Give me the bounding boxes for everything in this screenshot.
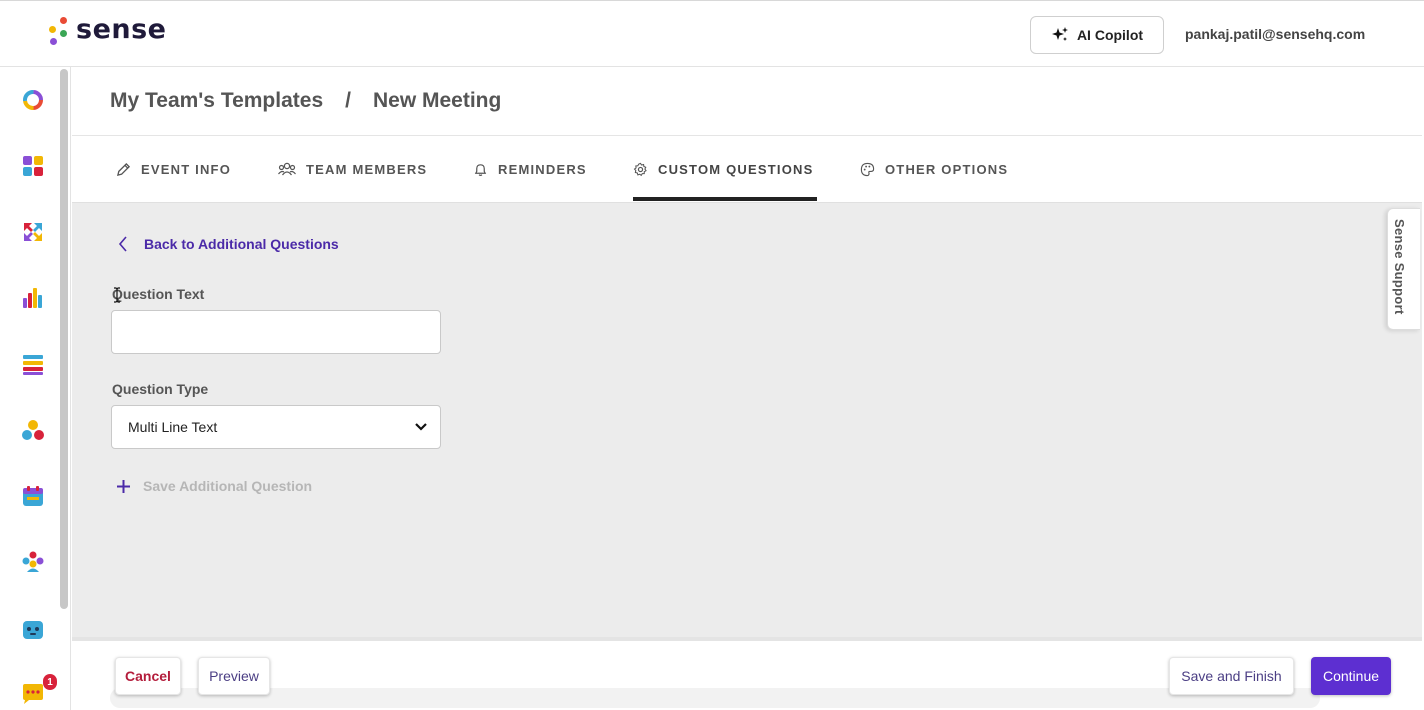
breadcrumb: My Team's Templates / New Meeting bbox=[72, 67, 1422, 136]
question-text-input[interactable] bbox=[111, 310, 441, 354]
question-text-label: Question Text bbox=[112, 286, 205, 302]
tab-label: REMINDERS bbox=[498, 162, 587, 177]
sense-support-tab[interactable]: Sense Support bbox=[1387, 208, 1420, 330]
pencil-icon bbox=[116, 162, 131, 177]
tab-event-info[interactable]: EVENT INFO bbox=[116, 136, 231, 203]
tab-bar: EVENT INFO TEAM MEMBERS REMINDERS CUSTOM… bbox=[72, 136, 1422, 203]
bot-icon[interactable] bbox=[21, 617, 45, 641]
continue-button[interactable]: Continue bbox=[1311, 657, 1391, 695]
sidebar-scrollbar[interactable] bbox=[60, 69, 68, 609]
logo-dots-icon bbox=[46, 15, 68, 47]
apps-icon[interactable] bbox=[21, 154, 45, 178]
tab-label: TEAM MEMBERS bbox=[306, 162, 428, 177]
user-email[interactable]: pankaj.patil@sensehq.com bbox=[1185, 26, 1365, 42]
logo-text: sense bbox=[76, 13, 167, 45]
preview-button[interactable]: Preview bbox=[198, 657, 270, 695]
tab-custom-questions[interactable]: CUSTOM QUESTIONS bbox=[633, 136, 813, 203]
bell-icon bbox=[474, 164, 487, 176]
people-icon[interactable] bbox=[21, 419, 45, 443]
cancel-button[interactable]: Cancel bbox=[115, 657, 181, 695]
team-icon bbox=[278, 162, 296, 176]
sparkle-icon bbox=[1051, 27, 1068, 41]
ai-copilot-button[interactable]: AI Copilot bbox=[1030, 16, 1164, 54]
question-type-value: Multi Line Text bbox=[128, 419, 218, 435]
footer-scroll-track bbox=[110, 688, 1320, 708]
save-additional-question-button[interactable]: Save Additional Question bbox=[116, 478, 312, 494]
active-tab-indicator bbox=[633, 197, 817, 201]
tab-team-members[interactable]: TEAM MEMBERS bbox=[278, 136, 427, 203]
tab-label: EVENT INFO bbox=[141, 162, 232, 177]
top-bar: sense AI Copilot pankaj.patil@sensehq.co… bbox=[0, 0, 1424, 67]
chevron-down-icon bbox=[415, 423, 427, 431]
arrows-icon[interactable] bbox=[21, 220, 45, 244]
breadcrumb-parent[interactable]: My Team's Templates bbox=[110, 89, 323, 113]
tab-label: OTHER OPTIONS bbox=[885, 162, 1009, 177]
chat-badge: 1 bbox=[43, 674, 57, 690]
chat-icon[interactable] bbox=[21, 682, 45, 706]
sense-logo[interactable]: sense bbox=[46, 13, 167, 47]
breadcrumb-separator: / bbox=[345, 89, 351, 112]
back-link-label: Back to Additional Questions bbox=[144, 236, 339, 252]
tab-reminders[interactable]: REMINDERS bbox=[473, 136, 587, 203]
sense-support-label: Sense Support bbox=[1392, 219, 1407, 315]
save-and-finish-button[interactable]: Save and Finish bbox=[1169, 657, 1294, 695]
list-icon[interactable] bbox=[21, 352, 45, 376]
gear-icon bbox=[633, 162, 647, 177]
team-icon[interactable] bbox=[21, 550, 45, 574]
question-type-label: Question Type bbox=[112, 381, 209, 397]
ai-copilot-label: AI Copilot bbox=[1076, 27, 1144, 43]
calendar-icon[interactable] bbox=[21, 484, 45, 508]
question-type-select[interactable]: Multi Line Text bbox=[111, 405, 441, 449]
text-cursor-icon bbox=[114, 287, 120, 303]
bar-chart-icon[interactable] bbox=[21, 286, 45, 310]
palette-icon bbox=[860, 162, 875, 177]
tab-label: CUSTOM QUESTIONS bbox=[658, 162, 814, 177]
plus-icon bbox=[117, 479, 130, 493]
donut-icon[interactable] bbox=[21, 88, 45, 112]
back-to-additional-questions-link[interactable]: Back to Additional Questions bbox=[118, 236, 339, 252]
tab-other-options[interactable]: OTHER OPTIONS bbox=[860, 136, 1008, 203]
chevron-left-icon bbox=[118, 236, 127, 252]
save-question-label: Save Additional Question bbox=[143, 478, 313, 494]
breadcrumb-current: New Meeting bbox=[372, 89, 502, 112]
